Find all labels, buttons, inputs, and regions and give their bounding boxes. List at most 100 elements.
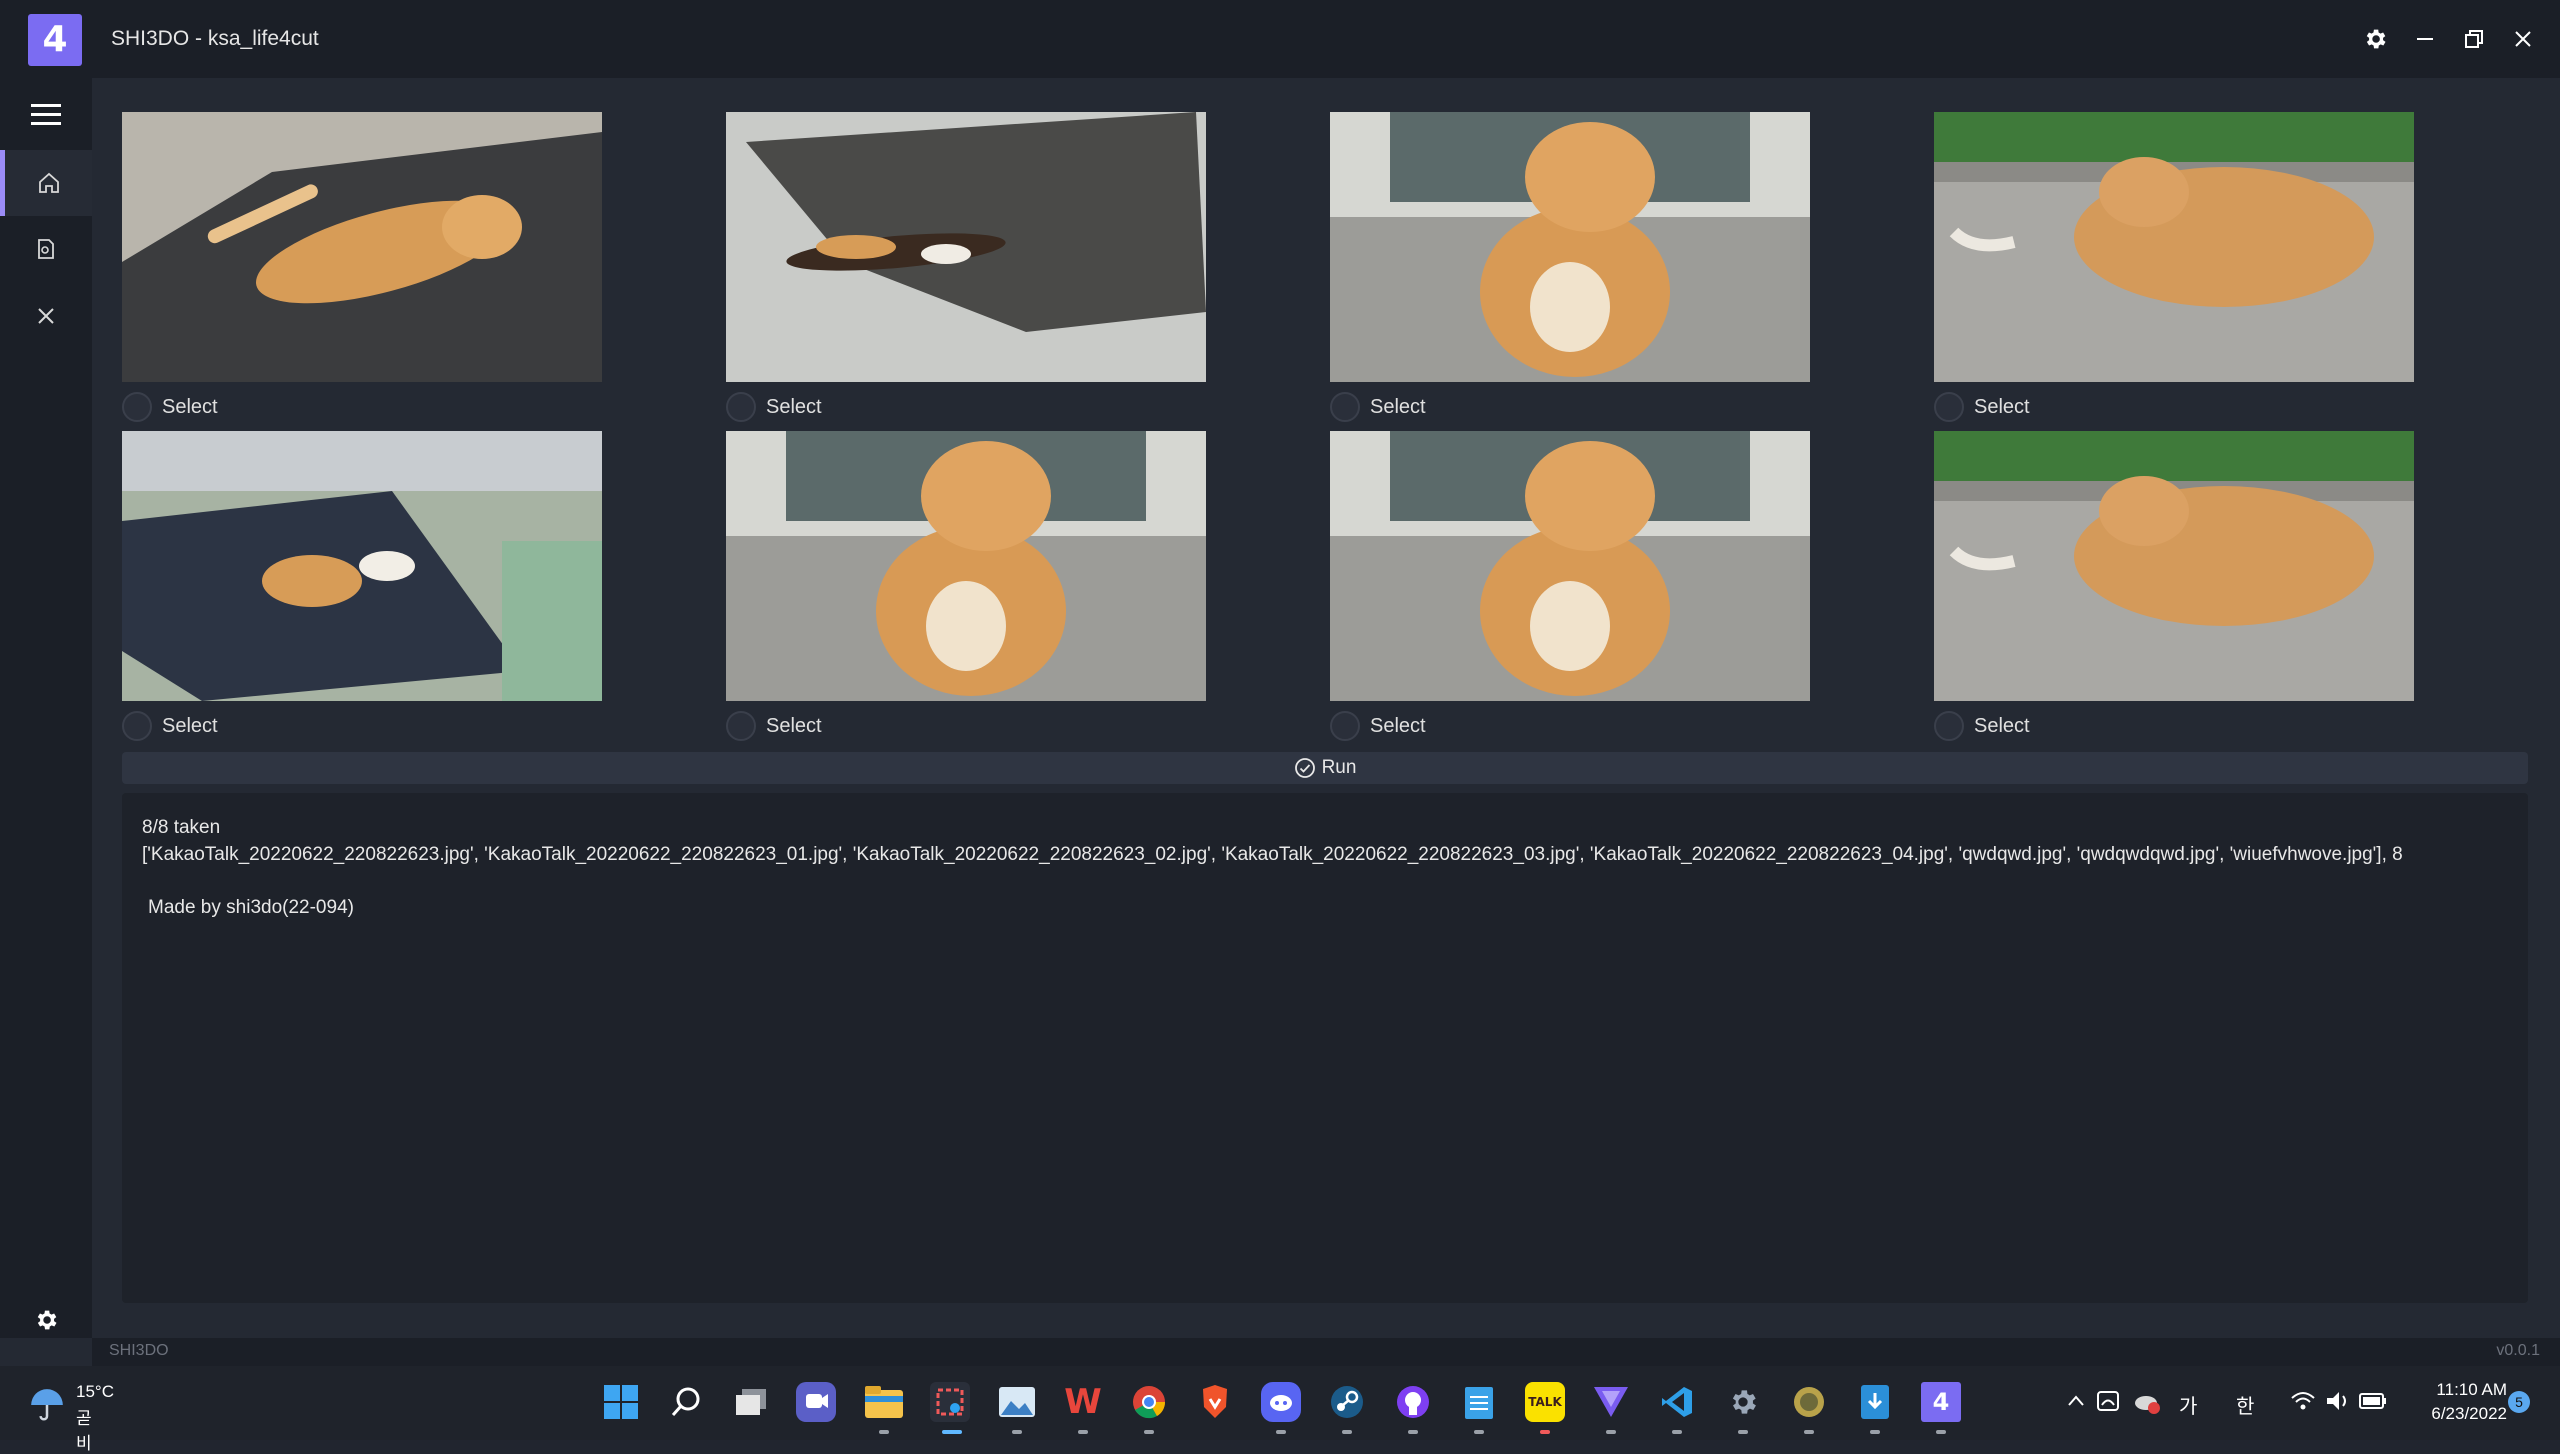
photo-cat-sitting[interactable] (1330, 112, 1810, 382)
select-radio[interactable] (1330, 711, 1360, 741)
document-icon (38, 239, 54, 259)
running-indicator (1342, 1430, 1352, 1434)
photo-cat-sitting[interactable] (1330, 431, 1810, 701)
select-label: Select (162, 396, 218, 418)
sidebar-item-document[interactable] (0, 216, 92, 282)
shi3do-app-icon[interactable]: 4 (1921, 1382, 1961, 1422)
photo-two-cats-on-mat[interactable] (122, 431, 602, 701)
running-indicator (1078, 1430, 1088, 1434)
close-button[interactable] (2504, 20, 2542, 58)
select-radio[interactable] (1330, 392, 1360, 422)
run-button[interactable]: Run (122, 752, 2528, 784)
search-icon[interactable] (666, 1382, 706, 1422)
select-label: Select (1370, 715, 1426, 737)
sidebar-item-home[interactable] (0, 150, 92, 216)
output-log: 8/8 taken ['KakaoTalk_20220622_220822623… (122, 793, 2528, 1303)
clock-date[interactable]: 6/23/2022 (2407, 1404, 2507, 1424)
running-indicator (1474, 1430, 1484, 1434)
volume-icon[interactable] (2325, 1390, 2351, 1412)
notification-badge[interactable]: 5 (2508, 1391, 2530, 1413)
steam-icon[interactable] (1327, 1382, 1367, 1422)
app-logo: 4 (28, 14, 82, 66)
photos-icon[interactable] (997, 1382, 1037, 1422)
running-indicator (1672, 1430, 1682, 1434)
select-radio[interactable] (1934, 711, 1964, 741)
chrome-icon[interactable] (1129, 1382, 1169, 1422)
settings-icon[interactable] (1723, 1382, 1763, 1422)
teams-chat-icon[interactable] (796, 1382, 836, 1422)
restore-icon (2465, 30, 2483, 48)
select-radio[interactable] (726, 711, 756, 741)
app-window: 4 SHI3DO - ksa_life4cut Select Select Se… (0, 0, 2560, 1366)
running-indicator (1408, 1430, 1418, 1434)
cat-photo-image (726, 112, 1206, 382)
running-indicator (1804, 1430, 1814, 1434)
settings-button[interactable] (2356, 20, 2394, 58)
restore-button[interactable] (2455, 20, 2493, 58)
brave-icon[interactable] (1195, 1382, 1235, 1422)
vscode-icon[interactable] (1657, 1382, 1697, 1422)
select-radio[interactable] (726, 392, 756, 422)
sidebar-settings-button[interactable] (0, 1300, 92, 1340)
select-label: Select (766, 396, 822, 418)
running-indicator (1012, 1430, 1022, 1434)
cat-photo-image (122, 112, 602, 382)
snipping-tool-icon[interactable] (930, 1382, 970, 1422)
photo-cat-on-mat[interactable] (122, 112, 602, 382)
photo-cat-on-gravel[interactable] (1934, 112, 2414, 382)
ime-language-indicator[interactable]: 한 (2236, 1390, 2254, 1419)
windows-start-icon[interactable] (601, 1382, 641, 1422)
python-installer-icon[interactable] (1855, 1382, 1895, 1422)
cat-photo-image (1330, 431, 1810, 701)
task-view-icon[interactable] (731, 1382, 771, 1422)
sidebar-menu-toggle[interactable] (0, 81, 92, 147)
status-bar: SHI3DO v0.0.1 (92, 1338, 2560, 1366)
photo-cat-sitting[interactable] (726, 431, 1206, 701)
kakaotalk-icon[interactable]: TALK (1525, 1382, 1565, 1422)
gear-icon (37, 1310, 57, 1330)
vivaldi-icon[interactable] (1591, 1382, 1631, 1422)
umbrella-rain-icon (31, 1389, 63, 1421)
minimize-icon (2417, 38, 2433, 40)
log-line-files: ['KakaoTalk_20220622_220822623.jpg', 'Ka… (142, 844, 2403, 865)
home-icon (38, 172, 59, 193)
battery-icon[interactable] (2359, 1392, 2387, 1410)
gear-icon (2366, 29, 2386, 49)
select-radio[interactable] (1934, 392, 1964, 422)
weather-description: 곧 비 (76, 1409, 92, 1454)
active-indicator (942, 1430, 962, 1434)
select-label: Select (1370, 396, 1426, 418)
wifi-icon[interactable] (2290, 1390, 2316, 1412)
running-indicator (1276, 1430, 1286, 1434)
select-radio[interactable] (122, 711, 152, 741)
github-icon[interactable] (1393, 1382, 1433, 1422)
cat-photo-image (1934, 112, 2414, 382)
alert-indicator (1540, 1430, 1550, 1434)
chevron-up-icon[interactable] (2067, 1394, 2085, 1408)
cloud-error-icon[interactable] (2134, 1390, 2160, 1414)
running-indicator (1936, 1430, 1946, 1434)
close-icon (2515, 31, 2531, 47)
minimize-button[interactable] (2406, 20, 2444, 58)
log-line-status: 8/8 taken (142, 817, 221, 838)
discord-icon[interactable] (1261, 1382, 1301, 1422)
ime-mode-indicator[interactable]: 가 (2179, 1390, 2197, 1419)
select-radio[interactable] (122, 392, 152, 422)
file-explorer-icon[interactable] (864, 1382, 904, 1422)
running-indicator (1144, 1430, 1154, 1434)
close-icon (38, 308, 54, 324)
sidebar-item-close[interactable] (0, 283, 92, 349)
window-title: SHI3DO - ksa_life4cut (111, 27, 319, 50)
clock-time[interactable]: 11:10 AM (2427, 1380, 2507, 1400)
onedrive-icon[interactable] (2097, 1390, 2121, 1412)
title-bar: 4 SHI3DO - ksa_life4cut (0, 0, 2560, 78)
cat-photo-image (1330, 112, 1810, 382)
app-icon[interactable] (1789, 1382, 1829, 1422)
photo-calico-on-mat[interactable] (726, 112, 1206, 382)
status-app-name: SHI3DO (109, 1342, 169, 1359)
cat-photo-image (1934, 431, 2414, 701)
wps-office-icon[interactable]: W (1063, 1382, 1103, 1422)
photo-cat-on-gravel[interactable] (1934, 431, 2414, 701)
notepad-icon[interactable] (1459, 1382, 1499, 1422)
status-version: v0.0.1 (2496, 1342, 2540, 1359)
